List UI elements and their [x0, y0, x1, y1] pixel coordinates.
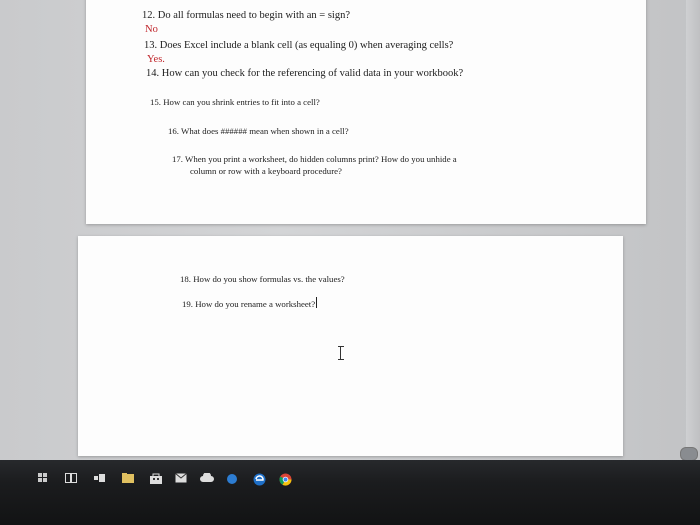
text-cursor [316, 297, 318, 308]
mail-icon[interactable] [174, 473, 188, 487]
edge-icon[interactable] [252, 473, 266, 487]
start-icon[interactable] [36, 473, 50, 487]
question-14: 14. How can you check for the referencin… [146, 68, 464, 79]
taskbar [0, 460, 700, 525]
task-view-icon[interactable] [64, 473, 78, 487]
question-19: 19. How do you rename a worksheet? [182, 297, 318, 309]
chrome-icon[interactable] [278, 473, 292, 487]
question-12: 12. Do all formulas need to begin with a… [142, 10, 351, 21]
app-icon[interactable] [93, 473, 107, 487]
question-16: 16. What does ###### mean when shown in … [168, 126, 349, 136]
vertical-scrollbar[interactable] [686, 0, 700, 460]
question-15: 15. How can you shrink entries to fit in… [150, 97, 320, 107]
document-page-1[interactable]: 12. Do all formulas need to begin with a… [86, 0, 646, 224]
file-explorer-icon[interactable] [121, 473, 135, 487]
document-viewport[interactable]: 12. Do all formulas need to begin with a… [0, 0, 700, 460]
question-13: 13. Does Excel include a blank cell (as … [144, 40, 454, 51]
answer-13: Yes. [147, 54, 165, 65]
ibeam-pointer-icon [336, 346, 346, 360]
question-19-text: 19. How do you rename a worksheet? [182, 299, 316, 309]
document-page-2[interactable]: 18. How do you show formulas vs. the val… [78, 236, 623, 456]
answer-12: No [145, 24, 158, 35]
store-icon[interactable] [149, 473, 163, 487]
question-17-line-2: column or row with a keyboard procedure? [190, 166, 342, 176]
question-17-line-1: 17. When you print a worksheet, do hidde… [172, 154, 457, 164]
question-18: 18. How do you show formulas vs. the val… [180, 274, 345, 284]
cloud-icon[interactable] [200, 472, 214, 487]
zoom-control-icon[interactable] [680, 447, 698, 461]
store-bag-icon[interactable] [225, 473, 239, 487]
